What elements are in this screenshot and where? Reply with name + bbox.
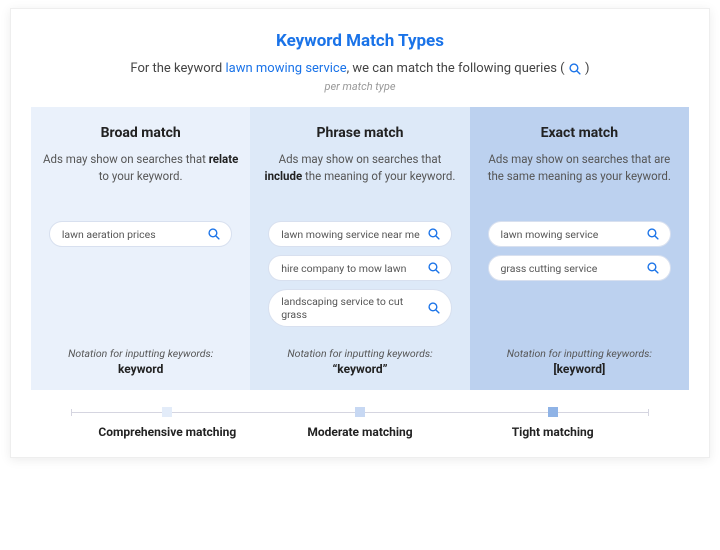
notation-value-broad: keyword xyxy=(43,362,238,376)
column-desc-broad: Ads may show on searches that relate to … xyxy=(43,151,238,205)
search-icon xyxy=(427,227,441,241)
query-pill: landscaping service to cut grass xyxy=(268,289,452,327)
column-phrase: Phrase match Ads may show on searches th… xyxy=(250,107,469,390)
query-text: grass cutting service xyxy=(501,262,647,275)
scale-label-3: Tight matching xyxy=(456,425,649,439)
notation-value-exact: [keyword] xyxy=(482,362,677,376)
scale-tick-3 xyxy=(548,407,558,417)
query-pill: hire company to mow lawn xyxy=(268,255,452,281)
pill-list-broad: lawn aeration prices xyxy=(43,221,238,329)
query-pill: grass cutting service xyxy=(488,255,672,281)
column-desc-phrase: Ads may show on searches that include th… xyxy=(262,151,457,205)
scale-labels: Comprehensive matching Moderate matching… xyxy=(71,425,649,439)
query-pill: lawn mowing service near me xyxy=(268,221,452,247)
search-icon xyxy=(427,261,441,275)
scale-tick-2 xyxy=(355,407,365,417)
pill-list-phrase: lawn mowing service near me hire company… xyxy=(262,221,457,329)
column-broad: Broad match Ads may show on searches tha… xyxy=(31,107,250,390)
notation-label-exact: Notation for inputting keywords: xyxy=(482,347,677,360)
query-text: lawn aeration prices xyxy=(62,228,208,241)
search-icon xyxy=(568,62,582,76)
column-exact: Exact match Ads may show on searches tha… xyxy=(470,107,689,390)
query-pill: lawn mowing service xyxy=(488,221,672,247)
notation-label-phrase: Notation for inputting keywords: xyxy=(262,347,457,360)
subtitle-permitype: per match type xyxy=(31,80,689,93)
query-text: landscaping service to cut grass xyxy=(281,295,427,321)
query-text: hire company to mow lawn xyxy=(281,262,427,275)
columns-container: Broad match Ads may show on searches tha… xyxy=(31,107,689,390)
column-desc-exact: Ads may show on searches that are the sa… xyxy=(482,151,677,205)
search-icon xyxy=(427,301,441,315)
pill-list-exact: lawn mowing service grass cutting servic… xyxy=(482,221,677,329)
search-icon xyxy=(207,227,221,241)
scale-label-1: Comprehensive matching xyxy=(71,425,264,439)
notation-value-phrase: “keyword” xyxy=(262,362,457,376)
search-icon xyxy=(646,261,660,275)
scale: Comprehensive matching Moderate matching… xyxy=(31,412,689,439)
scale-label-2: Moderate matching xyxy=(264,425,457,439)
scale-bar xyxy=(71,412,649,413)
query-text: lawn mowing service xyxy=(501,228,647,241)
subtitle-pre: For the keyword xyxy=(130,61,225,76)
query-text: lawn mowing service near me xyxy=(281,228,427,241)
scale-tick-1 xyxy=(162,407,172,417)
column-title-broad: Broad match xyxy=(43,125,238,141)
subtitle: For the keyword lawn mowing service, we … xyxy=(31,61,689,76)
subtitle-post: , we can match the following queries ( xyxy=(347,61,568,76)
notation-label-broad: Notation for inputting keywords: xyxy=(43,347,238,360)
column-title-phrase: Phrase match xyxy=(262,125,457,141)
column-title-exact: Exact match xyxy=(482,125,677,141)
page-title: Keyword Match Types xyxy=(31,31,689,51)
subtitle-keyword: lawn mowing service xyxy=(225,61,346,76)
search-icon xyxy=(646,227,660,241)
diagram-card: Keyword Match Types For the keyword lawn… xyxy=(10,8,710,458)
subtitle-close: ) xyxy=(582,61,590,76)
query-pill: lawn aeration prices xyxy=(49,221,233,247)
